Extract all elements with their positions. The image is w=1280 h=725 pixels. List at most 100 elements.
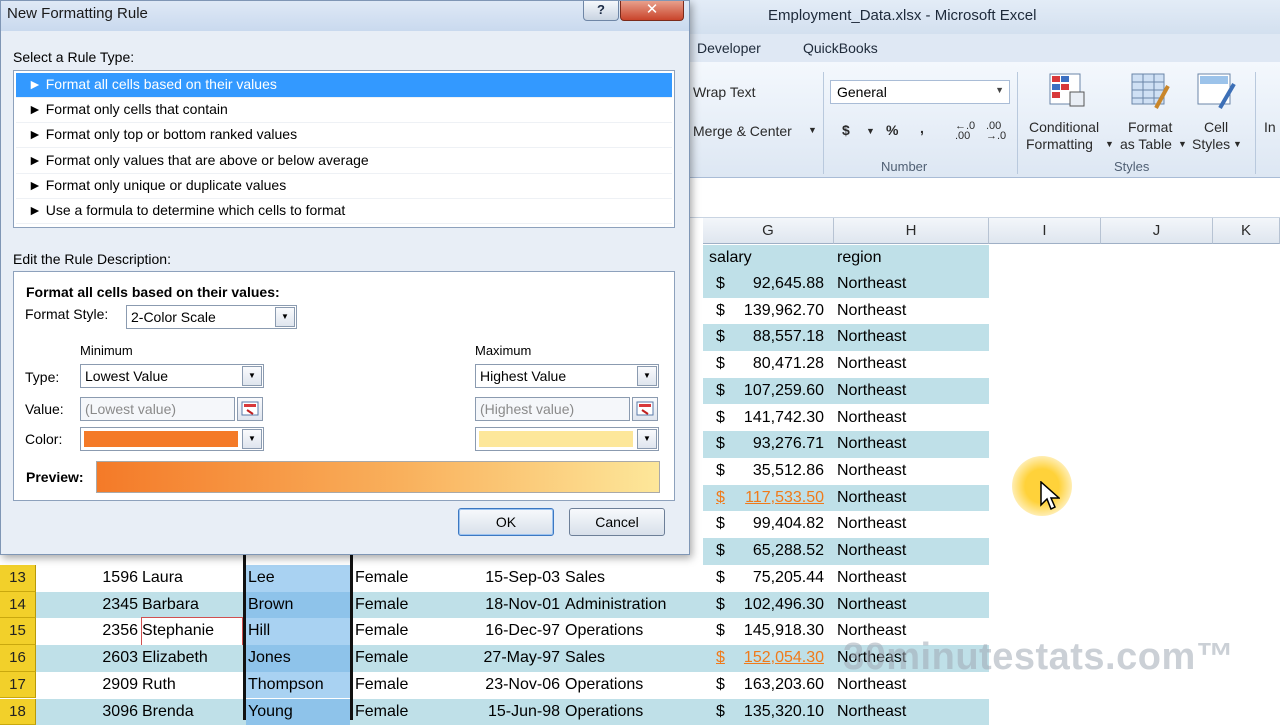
close-button[interactable]: ✕: [620, 1, 684, 21]
column-header-h[interactable]: H: [834, 218, 989, 244]
region-cell[interactable]: Northeast: [837, 538, 987, 565]
region-cell[interactable]: Northeast: [837, 378, 987, 405]
gender-cell[interactable]: Female: [355, 592, 455, 619]
department-cell[interactable]: Operations: [565, 699, 705, 725]
chevron-down-icon[interactable]: ▼: [637, 366, 657, 386]
gender-cell[interactable]: Female: [355, 565, 455, 592]
insert-button-partial[interactable]: In: [1264, 119, 1276, 135]
chevron-down-icon[interactable]: ▼: [637, 429, 657, 449]
first-name-cell[interactable]: Elizabeth: [142, 645, 242, 672]
column-header-k[interactable]: K: [1213, 218, 1280, 244]
last-name-cell[interactable]: Brown: [248, 592, 348, 619]
tab-quickbooks[interactable]: QuickBooks: [803, 40, 878, 56]
last-name-cell[interactable]: Young: [248, 699, 348, 725]
salary-cell[interactable]: 102,496.30: [730, 592, 824, 619]
minimum-value-input[interactable]: (Lowest value): [80, 397, 235, 421]
decrease-decimal-button[interactable]: .00 →.0: [986, 121, 1012, 141]
salary-cell[interactable]: 93,276.71: [730, 431, 824, 458]
currency-dropdown-icon[interactable]: ▼: [866, 126, 875, 136]
dialog-title-bar[interactable]: New Formatting Rule ? ✕: [1, 1, 689, 31]
wrap-text-button[interactable]: Wrap Text: [693, 84, 756, 100]
rule-type-item[interactable]: ► Format only values that are above or b…: [16, 149, 672, 174]
id-cell[interactable]: 2345: [38, 592, 138, 619]
column-header-g[interactable]: G: [703, 218, 834, 244]
first-name-cell[interactable]: Brenda: [142, 699, 242, 725]
region-cell[interactable]: Northeast: [837, 485, 987, 512]
first-name-cell[interactable]: Laura: [142, 565, 242, 592]
maximum-color-picker[interactable]: ▼: [475, 427, 659, 451]
last-name-cell[interactable]: Jones: [248, 645, 348, 672]
salary-cell[interactable]: 107,259.60: [730, 378, 824, 405]
salary-cell[interactable]: 117,533.50: [730, 485, 824, 512]
format-as-table-label-2[interactable]: as Table: [1120, 136, 1172, 152]
hire-date-cell[interactable]: 23-Nov-06: [460, 672, 560, 699]
cell-styles-icon[interactable]: [1196, 72, 1236, 110]
region-cell[interactable]: Northeast: [837, 592, 987, 619]
minimum-color-picker[interactable]: ▼: [80, 427, 264, 451]
salary-cell[interactable]: 141,742.30: [730, 405, 824, 432]
chevron-down-icon[interactable]: ▼: [1233, 139, 1242, 149]
hire-date-cell[interactable]: 15-Jun-98: [460, 699, 560, 725]
chevron-down-icon[interactable]: ▼: [1178, 139, 1187, 149]
region-cell[interactable]: Northeast: [837, 565, 987, 592]
format-style-dropdown[interactable]: 2-Color Scale ▼: [126, 305, 297, 329]
id-cell[interactable]: 2909: [38, 672, 138, 699]
comma-format-button[interactable]: ,: [920, 120, 924, 136]
salary-cell[interactable]: 135,320.10: [730, 699, 824, 725]
row-header[interactable]: 13: [0, 565, 36, 592]
rule-type-item[interactable]: ► Format only cells that contain: [16, 98, 672, 123]
maximum-type-dropdown[interactable]: Highest Value ▼: [475, 364, 659, 388]
salary-cell[interactable]: 88,557.18: [730, 324, 824, 351]
hire-date-cell[interactable]: 15-Sep-03: [460, 565, 560, 592]
first-name-cell[interactable]: Barbara: [142, 592, 242, 619]
maximum-value-input[interactable]: (Highest value): [475, 397, 630, 421]
cancel-button[interactable]: Cancel: [569, 508, 665, 536]
help-button[interactable]: ?: [583, 1, 619, 21]
region-cell[interactable]: Northeast: [837, 351, 987, 378]
row-header[interactable]: 18: [0, 699, 36, 725]
chevron-down-icon[interactable]: ▼: [242, 429, 262, 449]
rule-type-item[interactable]: ► Format only unique or duplicate values: [16, 174, 672, 199]
ok-button[interactable]: OK: [458, 508, 554, 536]
chevron-down-icon[interactable]: ▼: [242, 366, 262, 386]
gender-cell[interactable]: Female: [355, 699, 455, 725]
percent-format-button[interactable]: %: [886, 122, 898, 138]
department-cell[interactable]: Operations: [565, 618, 705, 645]
department-cell[interactable]: Sales: [565, 565, 705, 592]
gender-cell[interactable]: Female: [355, 618, 455, 645]
cell-styles-label-2[interactable]: Styles: [1192, 136, 1230, 152]
first-name-cell[interactable]: Stephanie: [142, 618, 242, 645]
region-cell[interactable]: Northeast: [837, 298, 987, 325]
minimum-type-dropdown[interactable]: Lowest Value ▼: [80, 364, 264, 388]
salary-cell[interactable]: 145,918.30: [730, 618, 824, 645]
department-cell[interactable]: Operations: [565, 672, 705, 699]
salary-cell[interactable]: 152,054.30: [730, 645, 824, 672]
hire-date-cell[interactable]: 16-Dec-97: [460, 618, 560, 645]
chevron-down-icon[interactable]: ▼: [1105, 139, 1114, 149]
salary-cell[interactable]: 75,205.44: [730, 565, 824, 592]
row-header[interactable]: 14: [0, 592, 36, 619]
id-cell[interactable]: 1596: [38, 565, 138, 592]
salary-cell[interactable]: 163,203.60: [730, 672, 824, 699]
increase-decimal-button[interactable]: ←.0 .00: [955, 121, 981, 141]
region-cell[interactable]: Northeast: [837, 511, 987, 538]
id-cell[interactable]: 2356: [38, 618, 138, 645]
row-header[interactable]: 16: [0, 645, 36, 672]
rule-type-item[interactable]: ► Format all cells based on their values: [16, 73, 672, 98]
salary-cell[interactable]: 80,471.28: [730, 351, 824, 378]
row-header[interactable]: 15: [0, 618, 36, 645]
rule-type-list[interactable]: ► Format all cells based on their values…: [13, 70, 675, 228]
first-name-cell[interactable]: Ruth: [142, 672, 242, 699]
number-format-dropdown[interactable]: General ▼: [830, 80, 1010, 104]
column-header-j[interactable]: J: [1101, 218, 1213, 244]
last-name-cell[interactable]: Thompson: [248, 672, 348, 699]
salary-cell[interactable]: 99,404.82: [730, 511, 824, 538]
row-header[interactable]: 17: [0, 672, 36, 699]
department-cell[interactable]: Sales: [565, 645, 705, 672]
conditional-formatting-label-1[interactable]: Conditional: [1029, 119, 1099, 135]
region-cell[interactable]: Northeast: [837, 271, 987, 298]
range-selector-icon[interactable]: [632, 397, 658, 421]
header-salary-cell[interactable]: salary: [709, 245, 833, 272]
chevron-down-icon[interactable]: ▼: [275, 307, 295, 327]
region-cell[interactable]: Northeast: [837, 699, 987, 725]
